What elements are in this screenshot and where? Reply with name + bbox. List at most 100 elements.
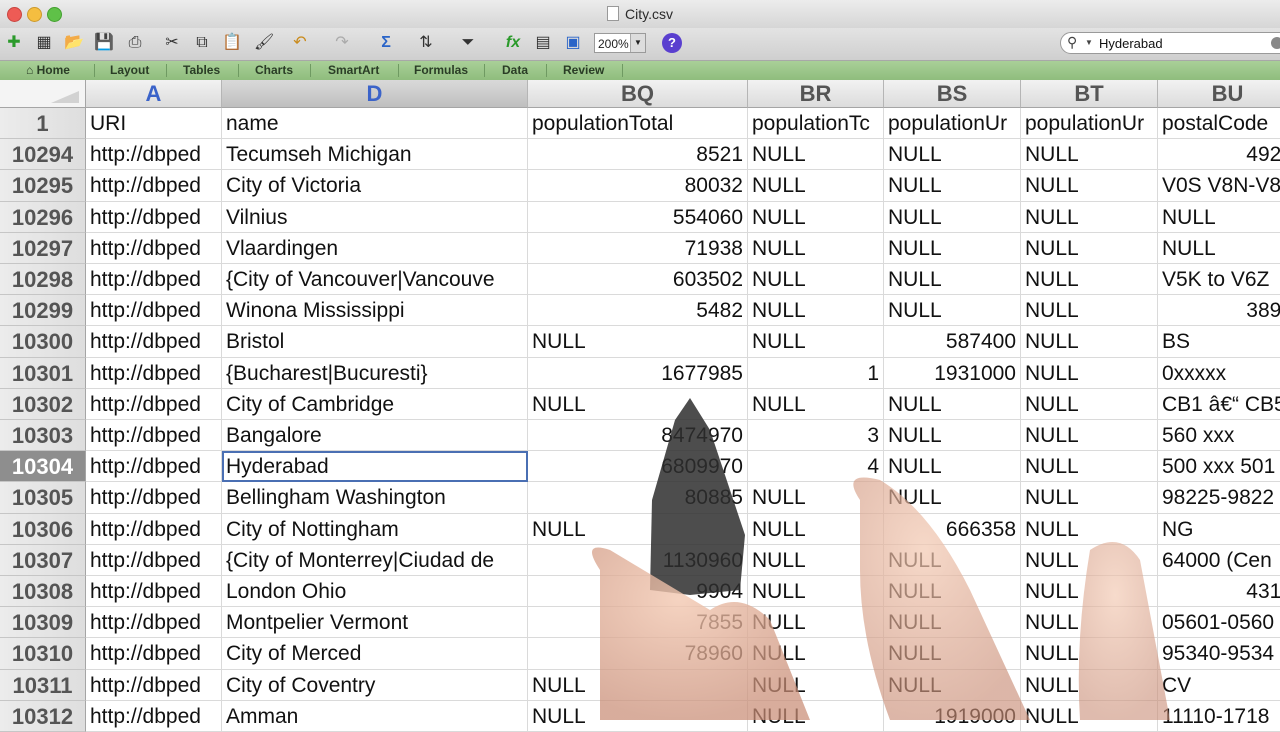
cell-population-ur-1[interactable]: NULL	[884, 638, 1021, 670]
cell-name[interactable]: Bangalore	[222, 420, 528, 452]
cell-postal-code[interactable]: NULL	[1158, 233, 1280, 264]
redo-icon[interactable]: ↷	[332, 33, 352, 53]
tab-layout[interactable]: Layout	[110, 63, 149, 78]
column-header-bq[interactable]: BQ	[528, 80, 748, 108]
cell-population-ur-2[interactable]: NULL	[1021, 139, 1158, 171]
cell-postal-code[interactable]: BS	[1158, 326, 1280, 358]
row-header[interactable]: 10300	[0, 326, 86, 358]
row-header[interactable]: 10304	[0, 451, 86, 483]
cell-population-total[interactable]: 1677985	[528, 357, 748, 389]
cell-population-tc[interactable]: NULL	[748, 170, 884, 202]
row-header[interactable]: 10307	[0, 544, 86, 576]
cell-name[interactable]: {Bucharest|Bucuresti}	[222, 357, 528, 389]
cell-uri[interactable]: http://dbped	[86, 607, 222, 639]
cell-population-ur-2[interactable]: NULL	[1021, 420, 1158, 452]
cell-uri[interactable]: http://dbped	[86, 451, 222, 483]
cell-uri[interactable]: http://dbped	[86, 357, 222, 389]
row-header[interactable]: 10310	[0, 638, 86, 670]
cell-population-total[interactable]: NULL	[528, 326, 748, 358]
row-header[interactable]: 10303	[0, 420, 86, 452]
cell-population-total[interactable]: 9904	[528, 576, 748, 608]
cell-uri[interactable]: http://dbped	[86, 420, 222, 452]
cell-population-total[interactable]: 8474970	[528, 420, 748, 452]
filter-icon[interactable]: ⏷	[458, 33, 478, 53]
sum-icon[interactable]: Σ	[376, 33, 396, 53]
cell-name[interactable]: Montpelier Vermont	[222, 607, 528, 639]
cell-name[interactable]: Winona Mississippi	[222, 295, 528, 327]
print-icon[interactable]: ⎙	[125, 33, 145, 53]
column-header-br[interactable]: BR	[748, 80, 884, 108]
cell-name[interactable]: Hyderabad	[222, 451, 528, 483]
cell-population-ur-2[interactable]: NULL	[1021, 669, 1158, 701]
cell-postal-code[interactable]: NULL	[1158, 202, 1280, 233]
cell-postal-code[interactable]: 4314	[1158, 576, 1280, 608]
row-header[interactable]: 10294	[0, 139, 86, 171]
copy-icon[interactable]: ⧉	[192, 33, 212, 53]
cell-population-ur-2[interactable]: NULL	[1021, 295, 1158, 327]
row-header[interactable]: 10296	[0, 201, 86, 233]
chevron-down-icon[interactable]: ▼	[630, 34, 645, 52]
cell-postal-code[interactable]: 64000 (Cen	[1158, 545, 1280, 576]
cell-postal-code[interactable]: postalCode	[1158, 108, 1280, 140]
open-icon[interactable]: 📂	[64, 33, 84, 53]
cell-population-ur-1[interactable]: NULL	[884, 388, 1021, 420]
clear-search-icon[interactable]	[1271, 37, 1280, 49]
cell-name[interactable]: Tecumseh Michigan	[222, 139, 528, 171]
cell-population-ur-1[interactable]: populationUr	[884, 108, 1021, 140]
tab-charts[interactable]: Charts	[255, 63, 293, 78]
cell-population-ur-2[interactable]: NULL	[1021, 232, 1158, 264]
row-header[interactable]: 10297	[0, 232, 86, 264]
cell-name[interactable]: City of Nottingham	[222, 513, 528, 545]
cell-population-ur-1[interactable]: NULL	[884, 669, 1021, 701]
cell-population-total[interactable]: NULL	[528, 513, 748, 545]
cell-postal-code[interactable]: 3896	[1158, 295, 1280, 327]
tab-review[interactable]: Review	[563, 63, 604, 78]
cell-population-tc[interactable]: NULL	[748, 139, 884, 171]
cell-name[interactable]: City of Victoria	[222, 170, 528, 202]
toolbox-icon[interactable]: ▣	[563, 33, 583, 53]
cell-population-ur-1[interactable]: NULL	[884, 544, 1021, 576]
cell-population-tc[interactable]: NULL	[748, 513, 884, 545]
cell-population-tc[interactable]: NULL	[748, 700, 884, 732]
cell-population-ur-2[interactable]: NULL	[1021, 451, 1158, 483]
cell-population-ur-2[interactable]: NULL	[1021, 357, 1158, 389]
row-header[interactable]: 1	[0, 108, 86, 140]
cell-uri[interactable]: http://dbped	[86, 482, 222, 514]
cell-population-tc[interactable]: NULL	[748, 607, 884, 639]
cell-population-ur-1[interactable]: 1919000	[884, 700, 1021, 732]
row-header[interactable]: 10311	[0, 669, 86, 701]
cell-population-ur-2[interactable]: NULL	[1021, 388, 1158, 420]
cell-population-tc[interactable]: NULL	[748, 576, 884, 608]
cell-population-ur-1[interactable]: NULL	[884, 232, 1021, 264]
cell-name[interactable]: {City of Vancouver|Vancouve	[222, 264, 528, 296]
cell-population-tc[interactable]: NULL	[748, 544, 884, 576]
cell-population-ur-2[interactable]: NULL	[1021, 201, 1158, 233]
tab-formulas[interactable]: Formulas	[414, 63, 468, 78]
cell-uri[interactable]: http://dbped	[86, 326, 222, 358]
cell-uri[interactable]: http://dbped	[86, 139, 222, 171]
row-header[interactable]: 10302	[0, 388, 86, 420]
cell-name[interactable]: Bristol	[222, 326, 528, 358]
cell-postal-code[interactable]: 4928	[1158, 139, 1280, 171]
cell-population-ur-1[interactable]: 1931000	[884, 357, 1021, 389]
cell-name[interactable]: City of Merced	[222, 638, 528, 670]
tab-home[interactable]: ⌂ Home	[26, 63, 70, 78]
cell-postal-code[interactable]: NG	[1158, 514, 1280, 545]
cell-population-tc[interactable]: 3	[748, 420, 884, 452]
cell-population-total[interactable]: NULL	[528, 388, 748, 420]
cell-population-ur-2[interactable]: NULL	[1021, 576, 1158, 608]
cell-population-ur-1[interactable]: NULL	[884, 420, 1021, 452]
cell-postal-code[interactable]: 95340-9534	[1158, 638, 1280, 670]
show-icon[interactable]: ▤	[533, 33, 553, 53]
tab-tables[interactable]: Tables	[183, 63, 220, 78]
cell-population-total[interactable]: 80032	[528, 170, 748, 202]
cell-population-ur-1[interactable]: NULL	[884, 139, 1021, 171]
cell-postal-code[interactable]: CV	[1158, 670, 1280, 701]
cell-population-tc[interactable]: NULL	[748, 669, 884, 701]
row-header[interactable]: 10295	[0, 170, 86, 202]
cell-population-total[interactable]: 1130960	[528, 544, 748, 576]
chevron-down-icon[interactable]: ▼	[1085, 38, 1093, 47]
search-input[interactable]: Hyderabad	[1099, 36, 1163, 51]
cell-uri[interactable]: http://dbped	[86, 576, 222, 608]
cell-population-ur-1[interactable]: NULL	[884, 264, 1021, 296]
